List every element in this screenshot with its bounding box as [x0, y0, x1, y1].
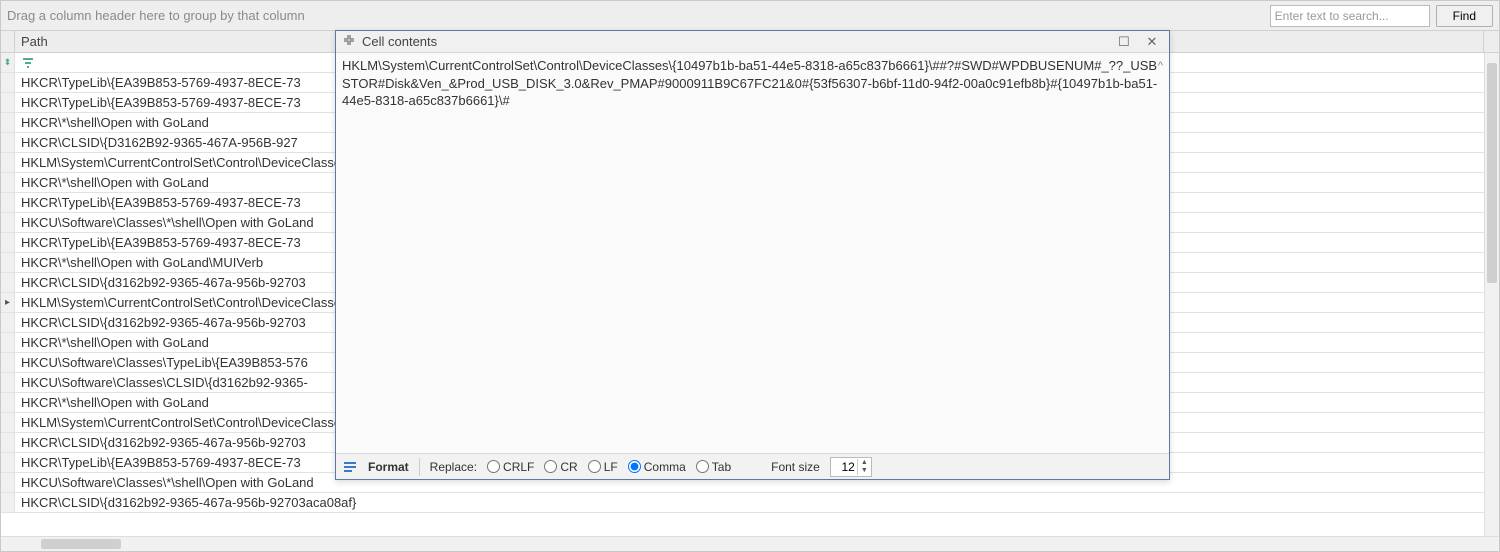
caret-icon: ^	[1158, 59, 1163, 74]
row-header[interactable]	[1, 353, 15, 372]
search-input[interactable]	[1270, 5, 1430, 27]
grid-topbar: Drag a column header here to group by th…	[1, 1, 1499, 31]
filter-icon	[21, 56, 35, 70]
replace-label: Replace:	[430, 460, 477, 474]
row-header[interactable]	[1, 133, 15, 152]
close-button[interactable]: ✕	[1141, 34, 1163, 50]
row-header[interactable]	[1, 413, 15, 432]
replace-lf[interactable]: LF	[588, 460, 618, 474]
row-header[interactable]: ⬍	[1, 53, 15, 72]
row-header[interactable]	[1, 333, 15, 352]
vertical-scrollbar[interactable]	[1484, 53, 1499, 536]
row-header[interactable]	[1, 393, 15, 412]
row-header[interactable]	[1, 193, 15, 212]
font-size-label: Font size	[771, 460, 820, 474]
row-head-spacer	[1, 31, 15, 52]
row-header[interactable]	[1, 233, 15, 252]
popup-titlebar[interactable]: Cell contents ☐ ✕	[336, 31, 1169, 53]
find-button[interactable]: Find	[1436, 5, 1493, 27]
row-header[interactable]	[1, 173, 15, 192]
row-header[interactable]	[1, 113, 15, 132]
row-header[interactable]	[1, 493, 15, 512]
row-header[interactable]	[1, 213, 15, 232]
cell-text: HKLM\System\CurrentControlSet\Control\De…	[342, 58, 1157, 108]
replace-comma[interactable]: Comma	[628, 460, 686, 474]
popup-body[interactable]: HKLM\System\CurrentControlSet\Control\De…	[336, 53, 1169, 453]
footer-divider-1	[419, 458, 420, 476]
row-header[interactable]	[1, 273, 15, 292]
replace-tab[interactable]: Tab	[696, 460, 731, 474]
spin-up-icon[interactable]: ▲	[858, 459, 871, 467]
replace-cr[interactable]: CR	[544, 460, 577, 474]
row-header[interactable]	[1, 473, 15, 492]
row-header[interactable]	[1, 373, 15, 392]
horizontal-scroll-thumb[interactable]	[41, 539, 121, 549]
row-header[interactable]	[1, 73, 15, 92]
row-header[interactable]	[1, 253, 15, 272]
row-header[interactable]	[1, 453, 15, 472]
path-cell[interactable]: HKCR\CLSID\{d3162b92-9365-467a-956b-9270…	[15, 493, 1484, 512]
table-row[interactable]: HKCR\CLSID\{d3162b92-9365-467a-956b-9270…	[1, 493, 1484, 513]
format-label[interactable]: Format	[368, 460, 409, 474]
header-scroll-spacer	[1484, 31, 1499, 52]
cell-contents-popup: Cell contents ☐ ✕ HKLM\System\CurrentCon…	[335, 30, 1170, 480]
replace-crlf[interactable]: CRLF	[487, 460, 534, 474]
format-icon	[342, 459, 358, 475]
vertical-scroll-thumb[interactable]	[1487, 63, 1497, 283]
popup-footer: Format Replace: CRLF CR LF Comma Tab Fon…	[336, 453, 1169, 479]
maximize-button[interactable]: ☐	[1113, 34, 1135, 50]
row-header[interactable]	[1, 93, 15, 112]
popup-title: Cell contents	[362, 34, 1107, 49]
expand-icon	[342, 33, 356, 50]
spin-down-icon[interactable]: ▼	[858, 467, 871, 475]
horizontal-scrollbar[interactable]	[1, 536, 1499, 551]
row-header[interactable]	[1, 293, 15, 312]
row-header[interactable]	[1, 433, 15, 452]
font-size-spinner[interactable]: ▲▼	[830, 457, 872, 477]
search-area: Find	[1270, 5, 1493, 27]
font-size-value[interactable]	[831, 460, 857, 474]
row-header[interactable]	[1, 153, 15, 172]
group-hint: Drag a column header here to group by th…	[7, 8, 305, 23]
row-header[interactable]	[1, 313, 15, 332]
